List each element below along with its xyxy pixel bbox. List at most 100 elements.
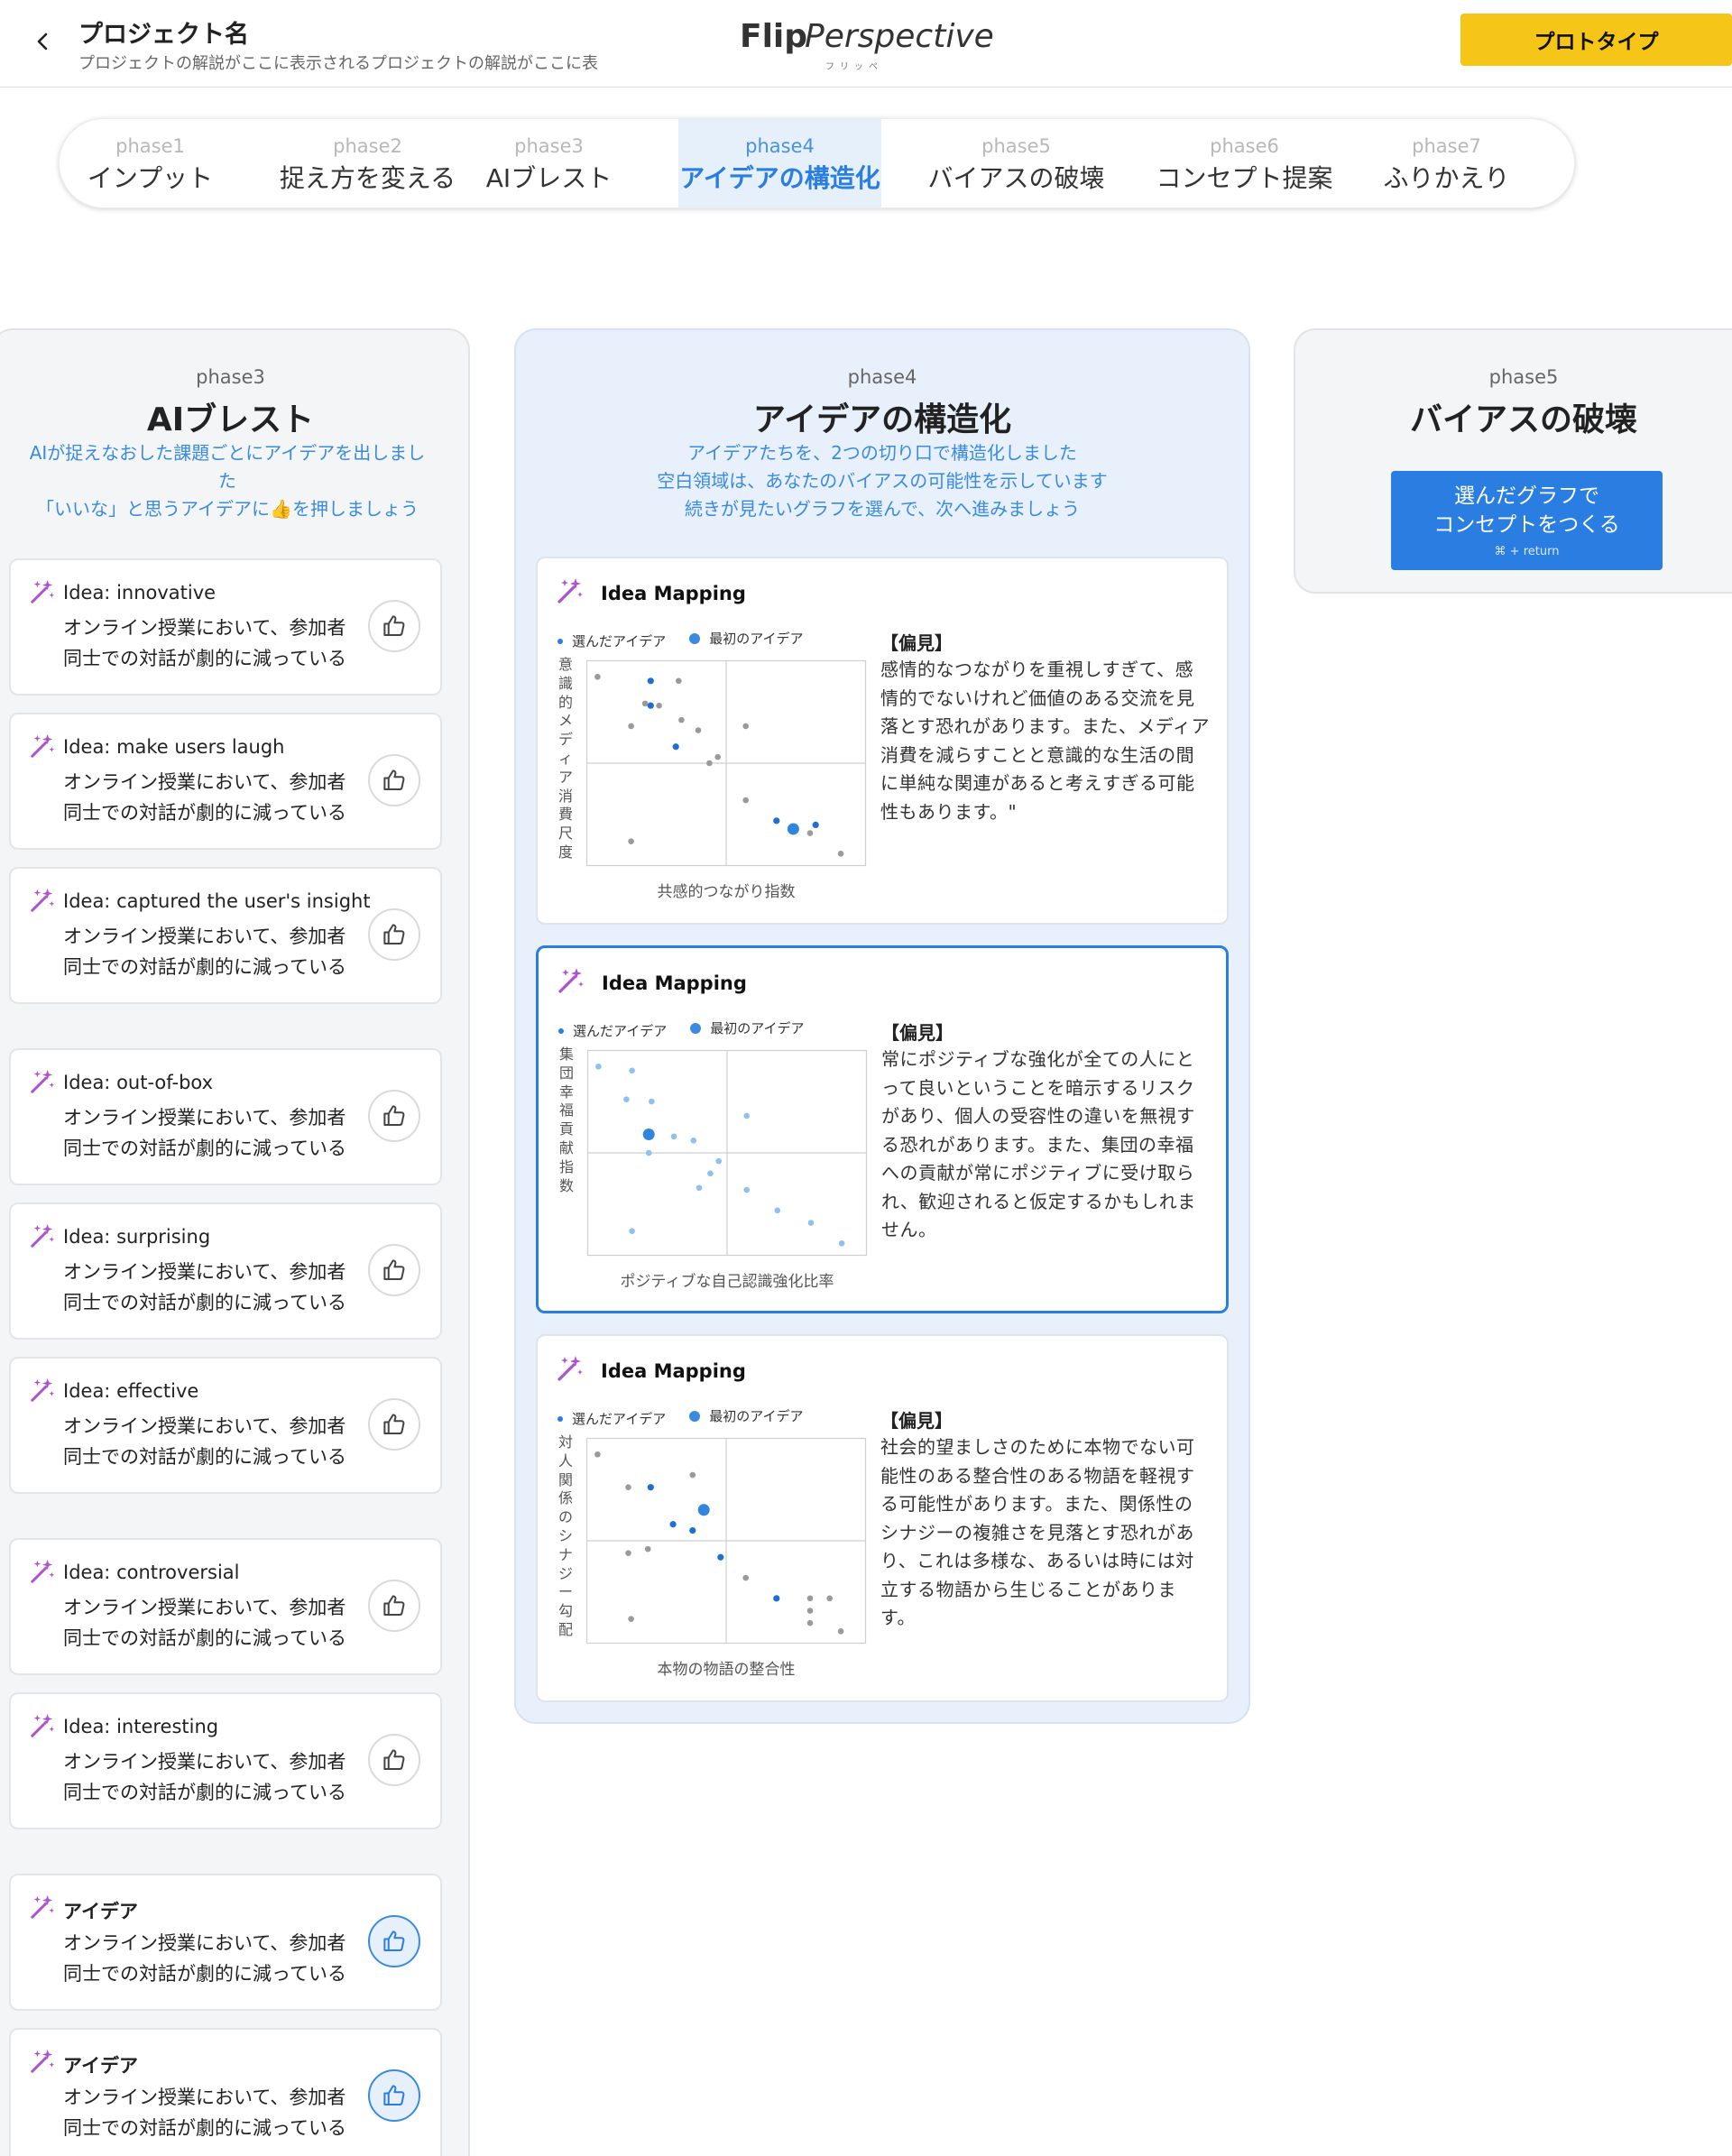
chart-x-label: 本物の物語の整合性 [657, 1661, 796, 1679]
shortcut-hint: ⌘ + return [1494, 545, 1560, 558]
idea-title: Idea: interesting [63, 1716, 219, 1737]
column-phase-label: phase5 [1488, 366, 1559, 388]
selected-idea-point [647, 702, 654, 709]
selected-idea-point [647, 1484, 654, 1491]
idea-card[interactable]: Idea: controversial オンライン授業において、参加者同士での対話… [9, 1538, 442, 1675]
phase5-column: phase5 バイアスの破壊 選んだグラフで コンセプトをつくる ⌘ + ret… [1294, 328, 1732, 594]
idea-card[interactable]: Idea: effective オンライン授業において、参加者同士での対話が劇的に… [9, 1357, 442, 1494]
idea-card[interactable]: Idea: surprising オンライン授業において、参加者同士での対話が劇的… [9, 1202, 442, 1340]
tab-phase2[interactable]: phase2 捉え方を変える [259, 119, 476, 207]
logo-perspective: Perspective [805, 18, 994, 55]
legend-large-dot [690, 1022, 702, 1034]
tab-phase4[interactable]: phase4 アイデアの構造化 [678, 119, 881, 207]
idea-text: オンライン授業において、参加者同士での対話が劇的に減っている [63, 926, 346, 978]
legend-selected: 選んだアイデア [558, 1021, 667, 1040]
mapping-title: Idea Mapping [602, 972, 747, 994]
idea-text: オンライン授業において、参加者同士での対話が劇的に減っている [63, 617, 346, 669]
like-button[interactable] [368, 2069, 420, 2122]
scatter-svg [586, 1049, 868, 1257]
scatter-point [742, 797, 749, 804]
like-button[interactable] [368, 754, 420, 806]
column-title: バイアスの破壊 [1409, 401, 1637, 438]
thumbs-up-icon [383, 1259, 405, 1280]
magic-wand-icon [29, 1893, 56, 1921]
idea-title: アイデア [63, 1901, 138, 1922]
tab-phase-number: phase5 [981, 135, 1051, 157]
back-button[interactable] [27, 25, 60, 58]
like-button[interactable] [368, 1734, 420, 1786]
idea-text: オンライン授業において、参加者同士での対話が劇的に減っている [63, 1751, 346, 1803]
tab-label: 捉え方を変える [279, 163, 456, 193]
scatter-plot [585, 659, 867, 867]
idea-card[interactable]: Idea: interesting オンライン授業において、参加者同士での対話が劇… [9, 1692, 442, 1829]
legend-small-dot [557, 638, 563, 644]
thumbs-up-icon [383, 2085, 405, 2105]
like-button[interactable] [368, 1580, 420, 1632]
scatter-point [837, 851, 844, 857]
phase3-column: phase3 AIブレスト AIが捉えなおした課題ごとにアイデアを出しました 「い… [0, 328, 470, 2156]
description-line: AIが捉えなおした課題ごとにアイデアを出しました [29, 442, 426, 492]
scatter-point [594, 1451, 601, 1458]
like-button[interactable] [368, 1915, 420, 1967]
scatter-point [625, 1550, 631, 1556]
like-button[interactable] [368, 1244, 420, 1296]
idea-mapping-card[interactable]: Idea Mapping 選んだアイデア 最初のアイデア 対人関係のシナジー勾配 本物の… [536, 1334, 1229, 1702]
scatter-point [676, 677, 682, 685]
create-concept-button[interactable]: 選んだグラフで コンセプトをつくる ⌘ + return [1391, 471, 1663, 570]
legend-large-dot [689, 632, 701, 644]
magic-wand-icon [29, 2048, 56, 2075]
tab-phase3[interactable]: phase3 AIブレスト [458, 119, 640, 207]
idea-text: オンライン授業において、参加者同士での対話が劇的に減っている [63, 1932, 346, 1985]
tab-label: インプット [87, 163, 214, 193]
chart-x-label: 共感的つながり指数 [657, 883, 796, 901]
initial-idea-point [697, 1504, 710, 1516]
idea-text: オンライン授業において、参加者同士での対話が劇的に減っている [63, 771, 346, 824]
chart-y-label: 対人関係のシナジー勾配 [557, 1433, 573, 1638]
like-button[interactable] [368, 600, 420, 652]
selected-idea-point [669, 1521, 677, 1528]
idea-card[interactable]: Idea: innovative オンライン授業において、参加者同士での対話が劇的… [9, 558, 442, 696]
idea-mapping-card[interactable]: Idea Mapping 選んだアイデア 最初のアイデア 意識的メディア消費尺度 共感的… [536, 557, 1229, 925]
magic-wand-icon [29, 887, 56, 914]
legend-initial-label: 最初のアイデア [710, 1020, 805, 1037]
column-phase-label: phase3 [196, 366, 265, 388]
like-button[interactable] [368, 1090, 420, 1142]
idea-card[interactable]: Idea: captured the user's insight オンライン授業… [9, 867, 442, 1004]
scatter-point [678, 716, 685, 723]
chart-legend: 選んだアイデア 最初のアイデア [557, 629, 827, 650]
mapping-title: Idea Mapping [601, 583, 746, 604]
idea-card[interactable]: アイデアオンライン授業において、参加者同士での対話が劇的に減っている [9, 1874, 442, 2011]
magic-wand-icon [556, 576, 585, 605]
scatter-point [695, 727, 702, 733]
like-button[interactable] [368, 908, 420, 961]
mapping-title: Idea Mapping [601, 1360, 746, 1382]
like-button[interactable] [368, 1398, 420, 1451]
idea-card[interactable]: アイデア オンライン授業において、参加者同士での対話が劇的に減っている [9, 2028, 442, 2156]
scatter-svg [585, 659, 867, 867]
scatter-point [689, 1471, 696, 1479]
legend-selected: 選んだアイデア [557, 1409, 666, 1428]
idea-title: Idea: make users laugh [63, 736, 285, 758]
initial-idea-point [787, 823, 799, 835]
description-line: アイデアたちを、2つの切り口で構造化しました [687, 442, 1077, 464]
tab-phase7[interactable]: phase7 ふりかえり [1356, 119, 1537, 207]
scatter-point [656, 702, 662, 709]
tab-phase-number: phase3 [514, 135, 584, 157]
scatter-point [594, 673, 601, 680]
tab-phase6[interactable]: phase6 コンセプト提案 [1130, 119, 1359, 207]
chart-legend: 選んだアイデア 最初のアイデア [558, 1018, 828, 1040]
prototype-button[interactable]: プロトタイプ [1460, 14, 1732, 66]
idea-card[interactable]: Idea: out-of-box オンライン授業において、参加者同士での対話が劇的… [9, 1048, 442, 1185]
legend-small-dot [558, 1027, 564, 1034]
thumbs-up-icon [383, 1930, 405, 1951]
idea-mapping-card[interactable]: Idea Mapping 選んだアイデア 最初のアイデア 集団幸福貢献指数 ポジティブな… [536, 945, 1229, 1313]
selected-idea-point [773, 1595, 780, 1602]
idea-title: Idea: out-of-box [63, 1072, 214, 1093]
scatter-point [625, 1484, 631, 1491]
initial-idea-point [642, 1128, 655, 1140]
bias-heading: 【偏見】 [881, 1022, 954, 1044]
tab-phase5[interactable]: phase5 バイアスの破壊 [906, 119, 1127, 207]
tab-phase1[interactable]: phase1 インプット [60, 119, 241, 207]
idea-card[interactable]: Idea: make users laugh オンライン授業において、参加者同士で… [9, 713, 442, 850]
idea-title: Idea: captured the user's insight [63, 890, 371, 912]
